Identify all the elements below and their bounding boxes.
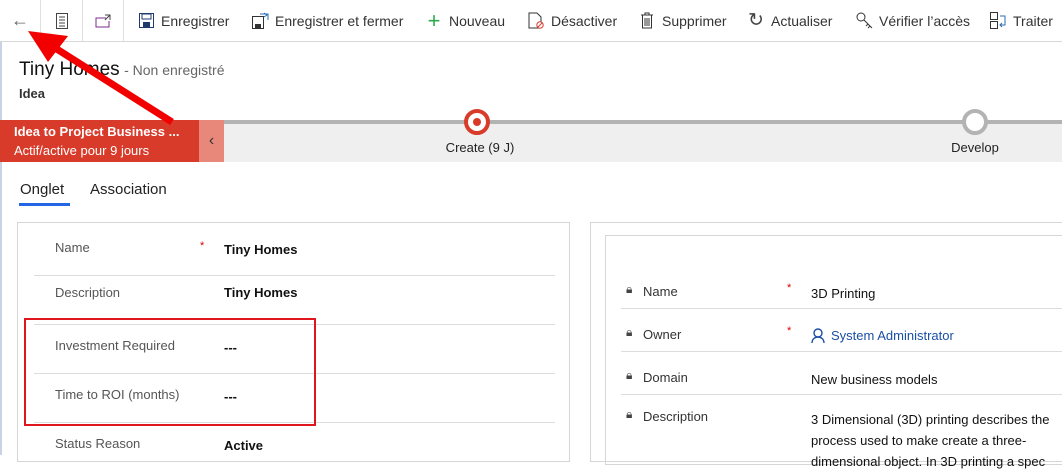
arrow-shaft [50, 43, 174, 125]
arrow-head-icon [28, 31, 68, 62]
annotation-arrow [28, 31, 174, 125]
